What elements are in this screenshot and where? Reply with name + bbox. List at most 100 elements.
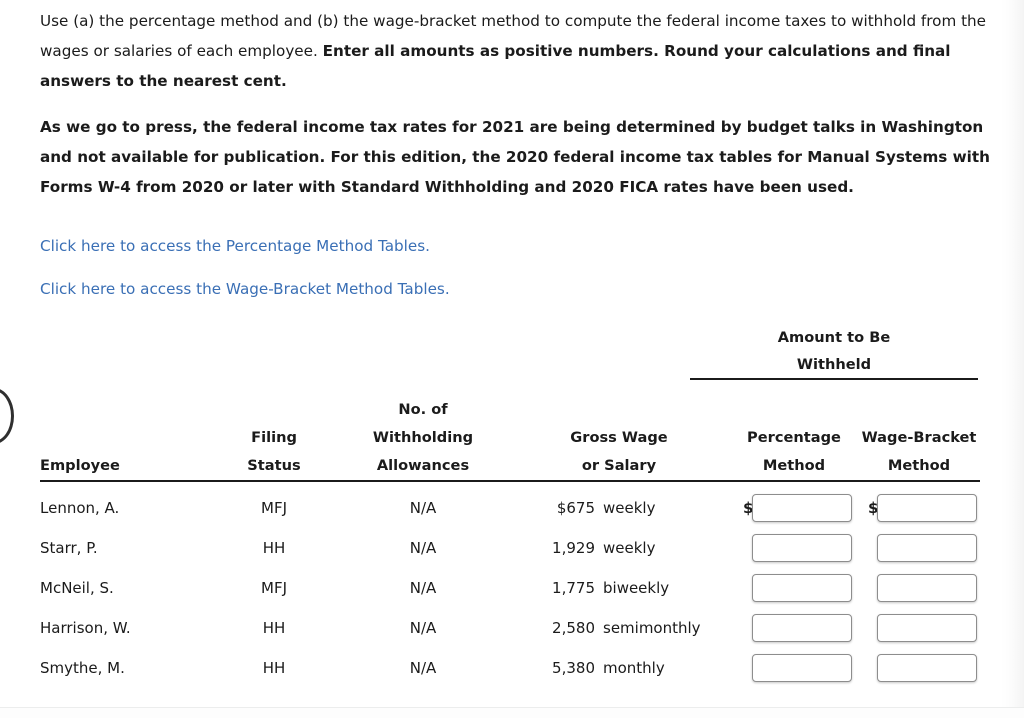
instruction-paragraph-note: As we go to press, the federal income ta…: [40, 118, 990, 196]
column-header-gross-wage-line-1: Gross Wage: [570, 429, 668, 446]
dollar-sign-label: $: [868, 499, 879, 517]
wage-bracket-method-input[interactable]: [877, 534, 977, 562]
page-right-edge-shadow: [1000, 0, 1024, 718]
column-header-percentage-method: Percentage Method: [730, 396, 858, 482]
cell-wage-bracket-method-answer: [858, 568, 980, 608]
gross-wage-pay-period: semimonthly: [603, 619, 701, 637]
amount-to-be-withheld-group-header: Amount to Be Withheld: [690, 324, 978, 378]
cell-gross-wage: $675 weekly: [508, 481, 730, 528]
table-head: Employee Filing Status No. of Withholdin…: [40, 396, 980, 482]
cell-filing-status: HH: [262, 619, 286, 637]
cell-percentage-method-answer: [730, 648, 858, 688]
group-header-line-1: Amount to Be: [777, 329, 891, 346]
gross-wage-pay-period: biweekly: [603, 579, 670, 597]
column-header-employee: Employee: [40, 396, 210, 482]
column-header-percentage-line-2: Method: [762, 457, 826, 474]
table-row: Starr, P. HH N/A 1,929 weekly: [40, 528, 980, 568]
cell-wage-bracket-method-answer: [858, 528, 980, 568]
cell-wage-bracket-method-answer: [858, 648, 980, 688]
percentage-method-input[interactable]: [752, 654, 852, 682]
percentage-method-input[interactable]: [752, 534, 852, 562]
cell-withholding-allowances: N/A: [409, 659, 437, 677]
cell-filing-status: HH: [262, 659, 286, 677]
column-header-wage-bracket-method: Wage-Bracket Method: [858, 396, 980, 482]
table-row: McNeil, S. MFJ N/A 1,775 biweekly: [40, 568, 980, 608]
table-body: Lennon, A. MFJ N/A $675 weekly $ $ Starr, P. HH N…: [40, 481, 980, 688]
gross-wage-amount: 2,580: [552, 619, 595, 637]
instructions-block: Use (a) the percentage method and (b) th…: [40, 0, 998, 202]
answer-cell-wrapper: [730, 574, 858, 602]
cell-gross-wage: 5,380 monthly: [508, 648, 730, 688]
cell-withholding-allowances: N/A: [409, 539, 437, 557]
column-header-bracket-line-1: Wage-Bracket: [861, 429, 977, 446]
gross-wage-wrapper: 2,580 semimonthly: [508, 619, 730, 637]
cell-percentage-method-answer: [730, 528, 858, 568]
circle-outline-icon: [0, 388, 14, 444]
answer-cell-wrapper: [730, 534, 858, 562]
wage-bracket-method-input[interactable]: [877, 654, 977, 682]
gross-wage-wrapper: 5,380 monthly: [508, 659, 730, 677]
table-row: Lennon, A. MFJ N/A $675 weekly $ $: [40, 481, 980, 528]
group-header-line-2: Withheld: [796, 356, 872, 373]
gross-wage-wrapper: 1,775 biweekly: [508, 579, 730, 597]
table-row: Smythe, M. HH N/A 5,380 monthly: [40, 648, 980, 688]
gross-wage-amount: 1,775: [552, 579, 595, 597]
cell-employee-name: Harrison, W.: [40, 619, 131, 637]
cell-gross-wage: 2,580 semimonthly: [508, 608, 730, 648]
percentage-method-input[interactable]: [752, 494, 852, 522]
answer-cell-wrapper: [858, 574, 980, 602]
gross-wage-wrapper: $675 weekly: [508, 499, 730, 517]
gross-wage-pay-period: monthly: [603, 659, 665, 677]
column-header-filing-status-line-2: Status: [247, 457, 301, 474]
group-header-rule: [690, 378, 978, 380]
dollar-sign-label: $: [743, 499, 754, 517]
answer-cell-wrapper: [858, 654, 980, 682]
cell-filing-status: MFJ: [261, 499, 287, 517]
table-row: Harrison, W. HH N/A 2,580 semimonthly: [40, 608, 980, 648]
cell-employee-name: Lennon, A.: [40, 499, 120, 517]
cell-withholding-allowances: N/A: [409, 579, 437, 597]
cell-employee-name: McNeil, S.: [40, 579, 114, 597]
column-header-filing-status-line-1: Filing: [251, 429, 297, 446]
link-percentage-method-tables[interactable]: Click here to access the Percentage Meth…: [40, 236, 430, 256]
answer-cell-wrapper: $: [730, 494, 858, 522]
cell-wage-bracket-method-answer: [858, 608, 980, 648]
table-header-row: Employee Filing Status No. of Withholdin…: [40, 396, 980, 482]
percentage-method-input[interactable]: [752, 614, 852, 642]
cell-filing-status: HH: [262, 539, 286, 557]
column-header-bracket-line-2: Method: [887, 457, 951, 474]
cell-percentage-method-answer: [730, 568, 858, 608]
gross-wage-amount: 1,929: [552, 539, 595, 557]
percentage-method-input[interactable]: [752, 574, 852, 602]
column-header-allowances-line-3: Allowances: [376, 457, 470, 474]
wage-bracket-method-input[interactable]: [877, 614, 977, 642]
cell-wage-bracket-method-answer: $: [858, 481, 980, 528]
cell-withholding-allowances: N/A: [409, 619, 437, 637]
cell-employee-name: Starr, P.: [40, 539, 98, 557]
answer-cell-wrapper: [730, 654, 858, 682]
column-header-allowances-line-1: No. of: [398, 401, 448, 418]
cell-withholding-allowances: N/A: [409, 499, 437, 517]
answer-cell-wrapper: [730, 614, 858, 642]
column-header-allowances-line-2: Withholding: [372, 429, 474, 446]
cell-gross-wage: 1,775 biweekly: [508, 568, 730, 608]
wage-bracket-method-input[interactable]: [877, 574, 977, 602]
column-header-allowances: No. of Withholding Allowances: [338, 396, 508, 482]
gross-wage-amount: 5,380: [552, 659, 595, 677]
cell-percentage-method-answer: [730, 608, 858, 648]
wage-bracket-method-input[interactable]: [877, 494, 977, 522]
gross-wage-pay-period: weekly: [603, 499, 656, 517]
column-header-employee-label: Employee: [40, 457, 120, 474]
gross-wage-wrapper: 1,929 weekly: [508, 539, 730, 557]
column-header-filing-status: Filing Status: [210, 396, 338, 482]
link-wage-bracket-method-tables[interactable]: Click here to access the Wage-Bracket Me…: [40, 279, 450, 299]
page-bottom-strip: [0, 708, 1024, 718]
cell-gross-wage: 1,929 weekly: [508, 528, 730, 568]
answer-cell-wrapper: [858, 534, 980, 562]
cell-employee-name: Smythe, M.: [40, 659, 125, 677]
withholding-table: Employee Filing Status No. of Withholdin…: [40, 396, 980, 688]
column-header-percentage-line-1: Percentage: [747, 429, 841, 446]
instruction-paragraph-intro: Use (a) the percentage method and (b) th…: [40, 0, 998, 96]
gross-wage-pay-period: weekly: [603, 539, 656, 557]
cell-percentage-method-answer: $: [730, 481, 858, 528]
